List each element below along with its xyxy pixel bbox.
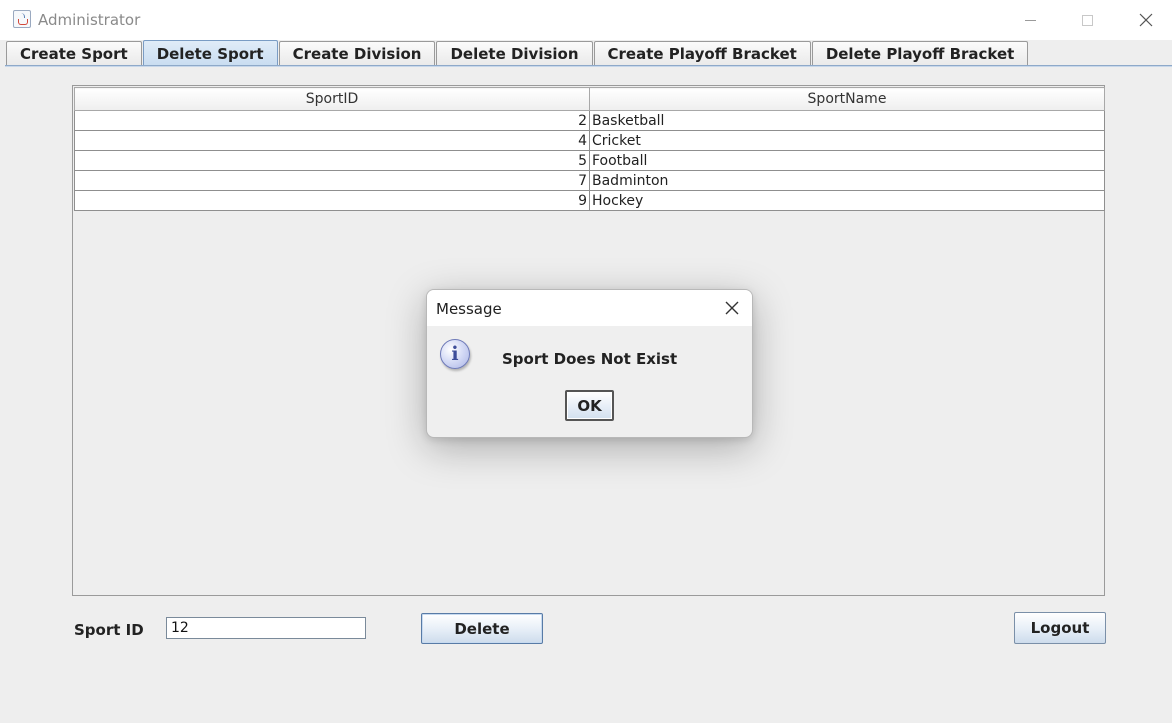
sport-id-input[interactable] [166,617,366,639]
message-dialog: Message i Sport Does Not Exist OK [426,289,753,438]
sport-id-label: Sport ID [74,621,144,639]
tab-content-border [5,65,1172,67]
tab-delete-division[interactable]: Delete Division [436,41,593,65]
ok-button[interactable]: OK [565,390,614,421]
tab-delete-playoff-bracket[interactable]: Delete Playoff Bracket [811,41,1029,65]
tab-create-division[interactable]: Create Division [278,41,436,65]
table-header-row: SportID SportName [74,87,1105,111]
cell-sport-id[interactable]: 2 [74,110,590,131]
table-row[interactable]: 2 Basketball [74,110,1105,131]
tab-delete-sport[interactable]: Delete Sport [142,40,278,67]
logout-button[interactable]: Logout [1014,612,1106,644]
table-row[interactable]: 4 Cricket [74,130,1105,151]
cell-sport-name[interactable]: Football [589,150,1105,171]
dialog-message: Sport Does Not Exist [502,350,678,368]
cell-sport-id[interactable]: 7 [74,170,590,191]
window-title: Administrator [38,11,141,29]
tab-create-sport[interactable]: Create Sport [6,41,142,65]
cell-sport-id[interactable]: 9 [74,190,590,211]
tab-create-playoff-bracket[interactable]: Create Playoff Bracket [593,41,811,65]
column-header-sportid[interactable]: SportID [74,87,590,111]
window-titlebar: Administrator [0,0,1172,40]
dialog-title: Message [436,300,502,318]
info-icon: i [440,339,470,369]
close-window-button[interactable] [1126,5,1166,35]
java-app-icon [13,10,31,28]
close-icon [1139,13,1153,27]
column-header-sportname[interactable]: SportName [589,87,1105,111]
minimize-icon [1024,19,1036,21]
info-icon-glyph: i [451,343,459,365]
close-icon[interactable] [724,300,740,316]
delete-button[interactable]: Delete [421,613,543,644]
table-row[interactable]: 7 Badminton [74,170,1105,191]
minimize-button[interactable] [1010,5,1050,35]
cell-sport-id[interactable]: 4 [74,130,590,151]
maximize-icon [1081,14,1093,26]
cell-sport-name[interactable]: Basketball [589,110,1105,131]
tab-bar: Create Sport Delete Sport Create Divisio… [6,40,1029,67]
cell-sport-name[interactable]: Badminton [589,170,1105,191]
maximize-button[interactable] [1067,5,1107,35]
cell-sport-id[interactable]: 5 [74,150,590,171]
table-row[interactable]: 5 Football [74,150,1105,171]
table-row[interactable]: 9 Hockey [74,190,1105,211]
dialog-titlebar: Message [427,290,752,326]
sports-table: SportID SportName 2 Basketball 4 Cricket… [74,87,1105,211]
cell-sport-name[interactable]: Cricket [589,130,1105,151]
cell-sport-name[interactable]: Hockey [589,190,1105,211]
